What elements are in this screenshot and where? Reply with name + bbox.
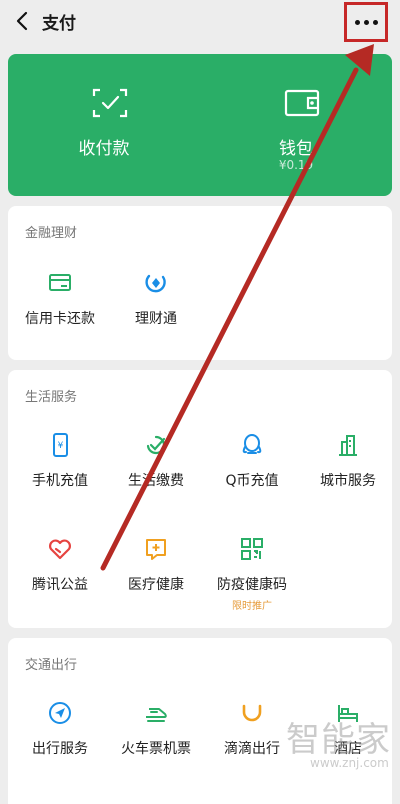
svg-text:¥: ¥ (58, 441, 64, 451)
grid-label: 城市服务 (320, 473, 376, 489)
train-plane-icon (146, 708, 167, 722)
charity-heart-icon (49, 539, 71, 560)
watermark: 智能家 www.znj.com (286, 712, 396, 802)
grid-label: 手机充值 (32, 473, 88, 489)
phone-icon: ¥ (53, 433, 68, 457)
credit-card-icon (49, 274, 71, 291)
travel-service-button[interactable]: 出行服务 (12, 700, 108, 780)
qr-code-icon (241, 538, 263, 560)
utility-bill-button[interactable]: 生活缴费 (108, 432, 204, 512)
grid-label: 腾讯公益 (32, 577, 88, 593)
section-title: 生活服务 (25, 390, 78, 405)
mobile-topup-button[interactable]: ¥ 手机充值 (12, 432, 108, 512)
receive-pay-label: 收付款 (78, 139, 130, 159)
payment-hero-card: 收付款 钱包 ¥0.19 (8, 54, 392, 196)
grid-label: 理财通 (135, 311, 177, 327)
top-bar: 支付 (0, 0, 400, 44)
credit-card-repay-button[interactable]: 信用卡还款 (12, 270, 108, 350)
city-building-icon (339, 435, 357, 456)
grid-label: 出行服务 (32, 741, 88, 757)
grid-label: Q币充值 (225, 473, 279, 489)
finance-section: 金融理财 信用卡还款 理财通 (8, 206, 392, 360)
more-dot-icon (363, 19, 369, 25)
city-services-button[interactable]: 城市服务 (300, 432, 396, 512)
wallet-balance: ¥0.19 (278, 158, 314, 172)
wallet-icon (284, 89, 320, 117)
section-title: 金融理财 (25, 226, 78, 241)
wealth-button[interactable]: 理财通 (108, 270, 204, 350)
qcoin-topup-button[interactable]: Q币充值 (204, 432, 300, 512)
section-title: 交通出行 (25, 658, 78, 673)
wallet-button[interactable]: 钱包 ¥0.19 (200, 54, 392, 196)
life-services-section: 生活服务 ¥ 手机充值 生活缴费 Q币充值 城市服务 腾讯公益 医疗健康 防疫健… (8, 370, 392, 628)
wealth-management-icon (145, 274, 166, 293)
bill-check-icon (146, 435, 166, 455)
watermark-url: www.znj.com (310, 756, 389, 770)
grid-label: 生活缴费 (128, 473, 184, 489)
page-title: 支付 (42, 14, 76, 34)
watermark-text: 智能家 (286, 720, 391, 760)
grid-label: 防疫健康码 (217, 577, 287, 593)
medical-cross-icon (146, 539, 166, 560)
grid-label: 医疗健康 (128, 577, 184, 593)
more-dot-icon (354, 19, 360, 25)
tencent-charity-button[interactable]: 腾讯公益 (12, 536, 108, 616)
more-dot-icon (372, 19, 378, 25)
train-flight-button[interactable]: 火车票机票 (108, 700, 204, 780)
navigation-icon (49, 702, 71, 724)
qq-icon (242, 434, 262, 454)
promo-tag: 限时推广 (232, 601, 272, 612)
back-arrow-icon[interactable] (12, 10, 34, 32)
didi-icon (242, 704, 262, 722)
grid-label: 火车票机票 (121, 741, 191, 757)
scan-check-icon (92, 88, 128, 118)
receive-pay-button[interactable]: 收付款 (8, 54, 200, 196)
health-code-button[interactable]: 防疫健康码 限时推广 (204, 536, 300, 616)
medical-health-button[interactable]: 医疗健康 (108, 536, 204, 616)
more-options-button[interactable] (344, 2, 388, 42)
wallet-label: 钱包 (279, 139, 313, 159)
grid-label: 信用卡还款 (25, 311, 95, 327)
